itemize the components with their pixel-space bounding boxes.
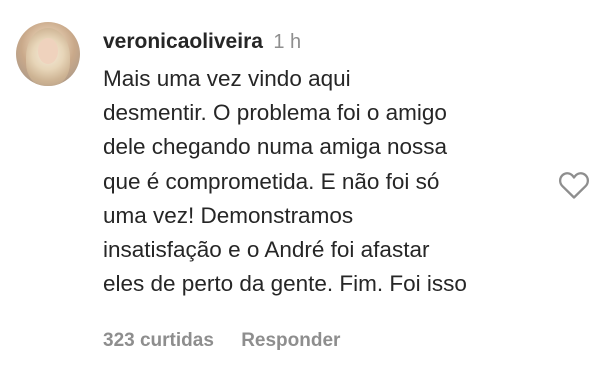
avatar-face: [38, 38, 58, 64]
comment-line: que é comprometida. E não foi só: [103, 168, 440, 194]
comment-line: eles de perto da gente. Fim. Foi isso: [103, 271, 467, 297]
avatar[interactable]: [16, 22, 80, 86]
comment-line: insatisfação e o André foi afastar: [103, 237, 430, 263]
username-link[interactable]: veronicaoliveira: [103, 30, 263, 53]
heart-outline-icon[interactable]: [558, 170, 590, 200]
comment-line: desmentir. O problema foi o amigo: [103, 100, 447, 126]
comment-line: uma vez! Demonstramos: [103, 202, 354, 228]
likes-count-button[interactable]: 323 curtidas: [103, 330, 214, 351]
comment-actions: 323 curtidas Responder: [103, 330, 340, 352]
comment-time: 1 h: [273, 31, 302, 53]
comment-header: veronicaoliveira 1 h: [103, 30, 301, 58]
reply-button[interactable]: Responder: [241, 330, 340, 351]
comment-line: dele chegando numa amiga nossa: [103, 134, 447, 160]
comment: veronicaoliveira 1 h Mais uma vez vindo …: [0, 0, 600, 381]
comment-line: Mais uma vez vindo aqui: [103, 66, 351, 91]
comment-text: Mais uma vez vindo aqui desmentir. O pro…: [103, 62, 543, 301]
